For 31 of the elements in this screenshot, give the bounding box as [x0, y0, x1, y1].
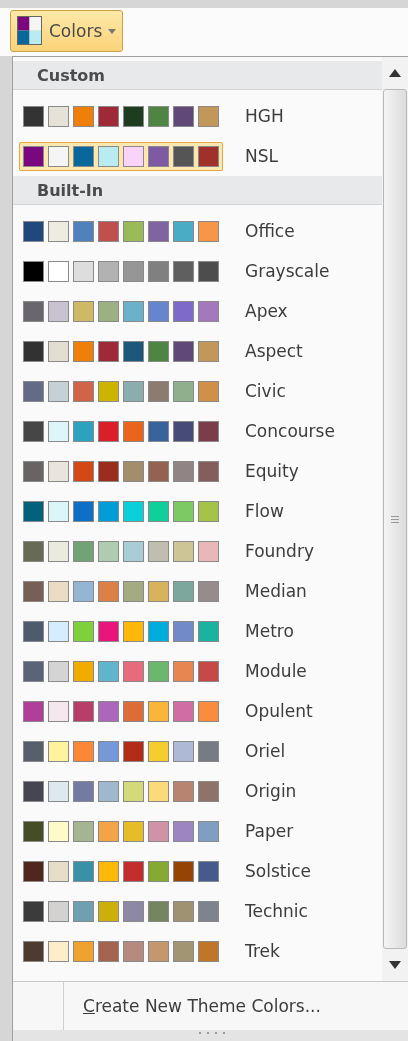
- theme-name[interactable]: Civic: [245, 381, 286, 401]
- theme-name[interactable]: Trek: [245, 941, 280, 961]
- theme-name[interactable]: Solstice: [245, 861, 311, 881]
- scroll-down-icon[interactable]: [389, 961, 401, 969]
- theme-name[interactable]: Median: [245, 581, 307, 601]
- colors-button[interactable]: Colors: [10, 10, 124, 52]
- theme-name[interactable]: Metro: [245, 621, 294, 641]
- theme-name[interactable]: Module: [245, 661, 307, 681]
- theme-colors-icon: [17, 16, 43, 46]
- theme-name[interactable]: HGH: [245, 106, 284, 126]
- theme-name[interactable]: Flow: [245, 501, 284, 521]
- theme-name[interactable]: Office: [245, 221, 295, 241]
- create-theme-colors-link[interactable]: Create New Theme Colors...: [64, 982, 408, 1030]
- theme-name[interactable]: Grayscale: [245, 261, 330, 281]
- scrollbar-thumb[interactable]: [383, 89, 407, 949]
- theme-name[interactable]: Aspect: [245, 341, 303, 361]
- theme-name[interactable]: NSL: [245, 146, 278, 166]
- scroll-up-icon[interactable]: [389, 69, 401, 77]
- theme-name[interactable]: Equity: [245, 461, 299, 481]
- section-header: Custom: [13, 61, 382, 90]
- theme-name[interactable]: Foundry: [245, 541, 314, 561]
- theme-swatches[interactable]: [19, 141, 223, 171]
- caret-icon: [108, 28, 117, 34]
- theme-name[interactable]: Paper: [245, 821, 294, 841]
- theme-name[interactable]: Opulent: [245, 701, 313, 721]
- theme-name[interactable]: Technic: [245, 901, 308, 921]
- theme-name[interactable]: Origin: [245, 781, 297, 801]
- theme-name[interactable]: Apex: [245, 301, 288, 321]
- theme-name[interactable]: Oriel: [245, 741, 286, 761]
- theme-name[interactable]: Concourse: [245, 421, 335, 441]
- section-header: Built-In: [13, 176, 382, 205]
